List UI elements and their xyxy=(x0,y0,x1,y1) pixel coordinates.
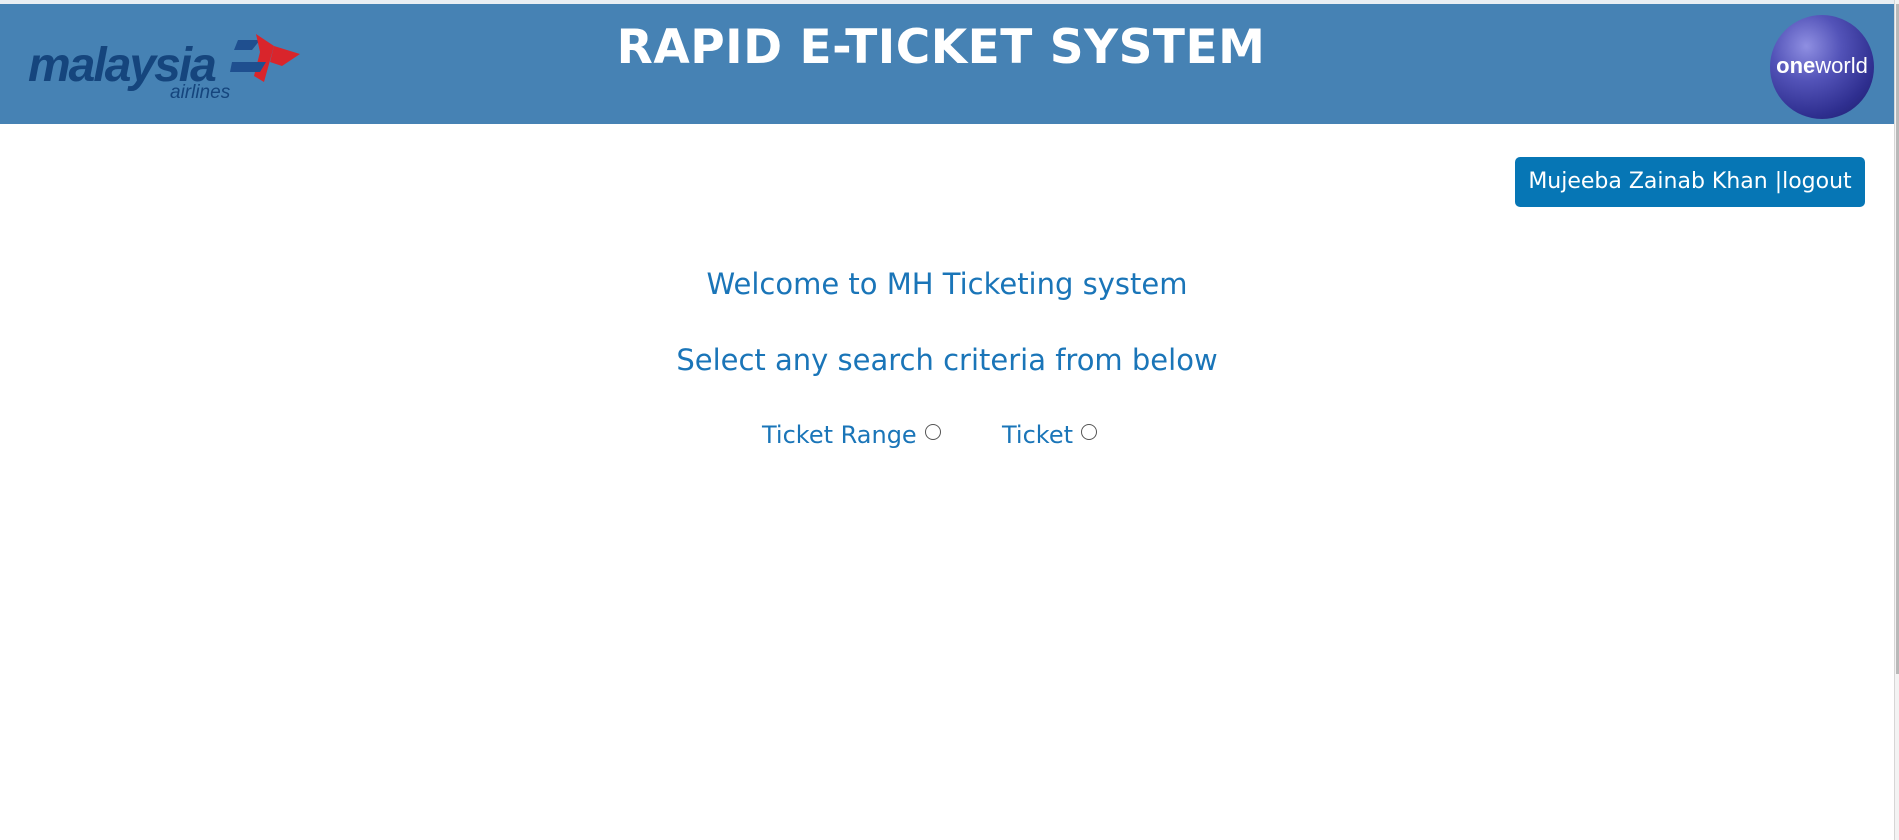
ticket-range-radio[interactable] xyxy=(924,424,941,440)
oneworld-logo-regular: world xyxy=(1815,53,1868,78)
user-logout-button[interactable]: Mujeeba Zainab Khan |logout xyxy=(1515,157,1865,207)
ticket-range-option: Ticket Range xyxy=(762,423,941,447)
page-title: RAPID E-TICKET SYSTEM xyxy=(616,20,1266,75)
oneworld-alliance-logo: oneworld xyxy=(1770,15,1874,119)
ticket-range-label: Ticket Range xyxy=(762,421,917,449)
oneworld-logo-bold: one xyxy=(1776,53,1816,78)
oneworld-logo-text: oneworld xyxy=(1770,55,1874,77)
ticket-radio[interactable] xyxy=(1081,424,1098,440)
ticket-label: Ticket xyxy=(1002,421,1074,449)
logo-subtext: airlines xyxy=(170,82,231,103)
scrollbar[interactable] xyxy=(1894,0,1899,840)
header-bar: malaysia airlines RAPID E-TICKET SYSTEM … xyxy=(0,4,1894,124)
ticket-option: Ticket xyxy=(1002,421,1098,449)
search-criteria-heading: Select any search criteria from below xyxy=(676,343,1218,377)
welcome-heading: Welcome to MH Ticketing system xyxy=(706,267,1188,301)
